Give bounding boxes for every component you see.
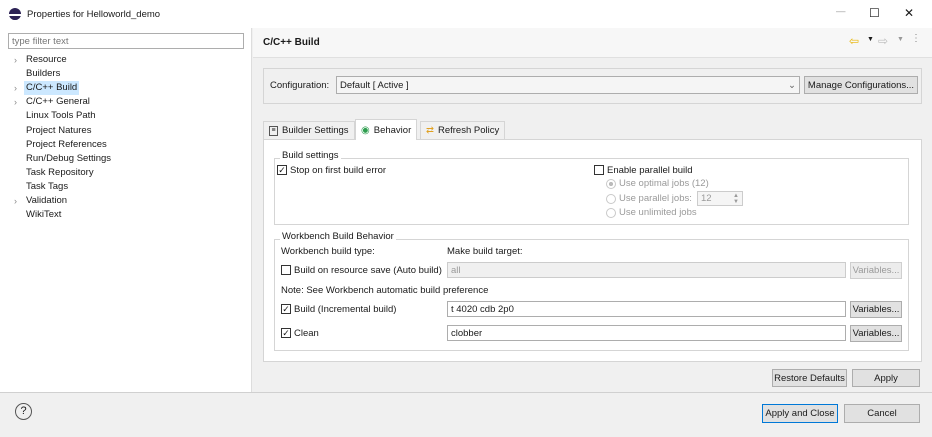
incremental-build-target-input[interactable]: t 4020 cdb 2p0 — [447, 301, 846, 317]
maximize-button[interactable]: ☐ — [869, 6, 880, 20]
tree-item[interactable]: Task Repository — [26, 166, 94, 180]
optimal-jobs-radio[interactable] — [606, 179, 616, 189]
tree-item[interactable]: Linux Tools Path — [26, 109, 96, 123]
more-menu-icon[interactable]: ⋮ — [911, 33, 921, 44]
tree-item[interactable]: Task Tags — [26, 180, 68, 194]
build-variables-button[interactable]: Variables... — [850, 301, 902, 318]
tree-item[interactable]: C/C++ General — [26, 95, 90, 109]
parallel-jobs-label: Use parallel jobs: — [619, 193, 692, 204]
tree-item[interactable]: Project References — [26, 138, 107, 152]
clean-variables-button[interactable]: Variables... — [850, 325, 902, 342]
tree-item[interactable]: Project Natures — [26, 124, 91, 138]
configuration-label: Configuration: — [270, 80, 330, 91]
parallel-jobs-value: 12 — [701, 193, 712, 204]
incremental-build-label: Build (Incremental build) — [294, 304, 397, 315]
expand-chevron-icon[interactable]: › — [14, 55, 17, 65]
apply-and-close-button[interactable]: Apply and Close — [762, 404, 838, 423]
list-icon: ≡ — [269, 125, 278, 136]
expand-chevron-icon[interactable]: › — [14, 83, 17, 93]
incremental-build-checkbox[interactable]: ✓ — [281, 304, 291, 314]
manage-configurations-button[interactable]: Manage Configurations... — [804, 76, 918, 94]
auto-build-variables-button[interactable]: Variables... — [850, 262, 902, 279]
stop-on-error-label: Stop on first build error — [290, 165, 387, 176]
refresh-icon: ⇄ — [426, 125, 434, 136]
title-bar: Properties for Helloworld_demo — ☐ ✕ — [0, 0, 932, 28]
forward-arrow-icon[interactable]: ⇨ — [878, 34, 888, 48]
minimize-button[interactable]: — — [836, 6, 846, 17]
tree-item[interactable]: Resource — [26, 53, 67, 67]
forward-menu-icon[interactable]: ▼ — [897, 36, 904, 43]
close-button[interactable]: ✕ — [904, 6, 914, 20]
tab-label: Refresh Policy — [437, 125, 500, 136]
parallel-jobs-radio[interactable] — [606, 194, 616, 204]
apply-button[interactable]: Apply — [852, 369, 920, 387]
tree-item[interactable]: C/C++ Build — [24, 81, 80, 95]
tab-builder-settings[interactable]: ≡ Builder Settings — [263, 121, 355, 139]
radio-dot-icon: ◉ — [361, 124, 370, 136]
eclipse-logo-icon — [9, 8, 21, 20]
cancel-button[interactable]: Cancel — [844, 404, 920, 423]
clean-target-input[interactable]: clobber — [447, 325, 846, 341]
configuration-select[interactable]: Default [ Active ] ⌄ — [336, 76, 800, 94]
filter-input[interactable]: type filter text — [8, 33, 244, 49]
stop-on-error-checkbox[interactable]: ✓ — [277, 165, 287, 175]
build-settings-title: Build settings — [280, 150, 341, 161]
tree-item[interactable]: Run/Debug Settings — [26, 152, 111, 166]
enable-parallel-label: Enable parallel build — [607, 165, 693, 176]
page-title: C/C++ Build — [263, 37, 320, 48]
clean-label: Clean — [294, 328, 319, 339]
expand-chevron-icon[interactable]: › — [14, 196, 17, 206]
help-icon[interactable]: ? — [15, 403, 32, 420]
tab-label: Builder Settings — [282, 125, 349, 136]
configuration-value: Default [ Active ] — [340, 79, 409, 91]
unlimited-jobs-label: Use unlimited jobs — [619, 207, 697, 218]
expand-chevron-icon[interactable]: › — [14, 97, 17, 107]
tab-refresh-policy[interactable]: ⇄ Refresh Policy — [420, 121, 506, 139]
enable-parallel-checkbox[interactable] — [594, 165, 604, 175]
divider — [0, 392, 932, 393]
window-title: Properties for Helloworld_demo — [27, 9, 161, 20]
build-target-label: Make build target: — [447, 246, 523, 257]
parallel-jobs-spinner[interactable]: 12 ▲ ▼ — [697, 191, 743, 206]
auto-build-target-input[interactable]: all — [447, 262, 846, 278]
build-type-label: Workbench build type: — [281, 246, 375, 257]
back-arrow-icon[interactable]: ⇦ — [849, 34, 859, 48]
optimal-jobs-label: Use optimal jobs (12) — [619, 178, 709, 189]
auto-build-checkbox[interactable] — [281, 265, 291, 275]
restore-defaults-button[interactable]: Restore Defaults — [772, 369, 847, 387]
tree-item[interactable]: Builders — [26, 67, 60, 81]
chevron-down-icon: ⌄ — [788, 79, 796, 91]
workbench-title: Workbench Build Behavior — [280, 231, 396, 242]
tab-behavior[interactable]: ◉ Behavior — [355, 119, 418, 140]
tab-label: Behavior — [373, 124, 412, 136]
spinner-arrows-icon[interactable]: ▲ ▼ — [733, 193, 739, 205]
tree-item[interactable]: WikiText — [26, 208, 61, 222]
workbench-note: Note: See Workbench automatic build pref… — [281, 285, 489, 296]
back-menu-icon[interactable]: ▼ — [867, 36, 874, 43]
tree-item[interactable]: Validation — [26, 194, 67, 208]
clean-checkbox[interactable]: ✓ — [281, 328, 291, 338]
unlimited-jobs-radio[interactable] — [606, 208, 616, 218]
page-header: C/C++ Build ⇦ ▼ ⇨ ▼ ⋮ — [253, 28, 932, 58]
auto-build-label: Build on resource save (Auto build) — [294, 265, 442, 276]
